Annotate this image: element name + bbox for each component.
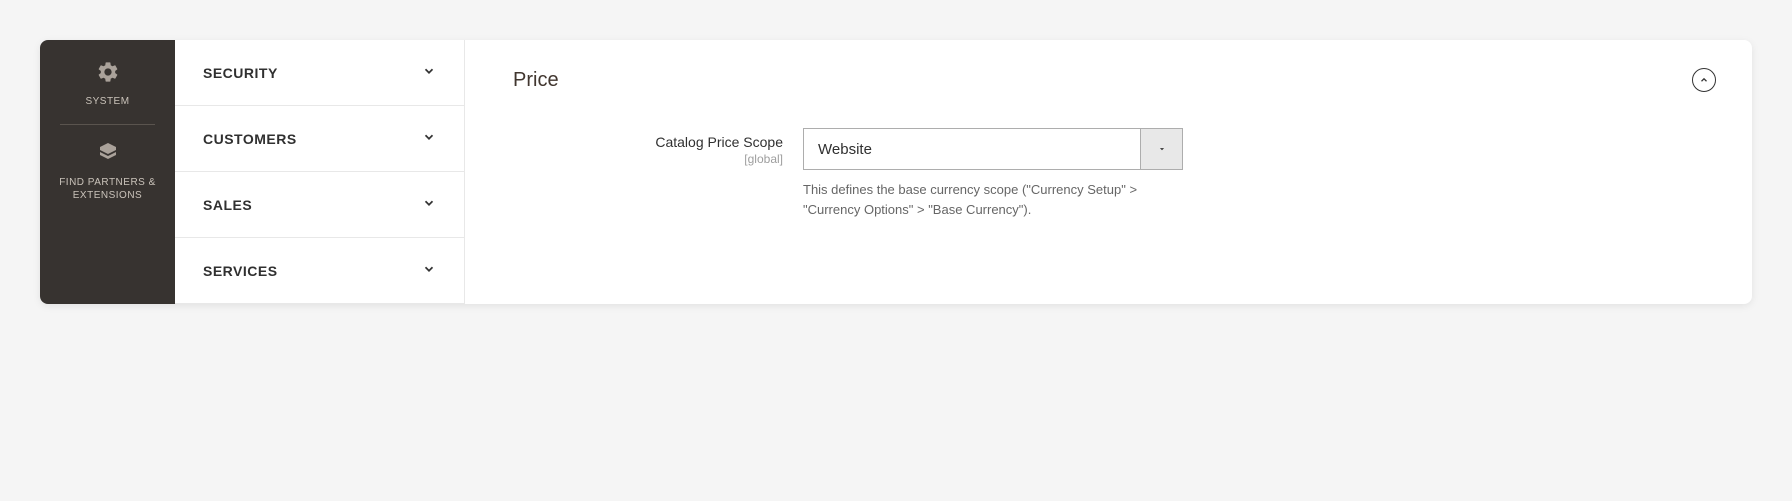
- field-catalog-price-scope: Catalog Price Scope [global] Website Thi…: [513, 128, 1716, 219]
- section-title: Price: [513, 69, 559, 92]
- tab-customers-label: CUSTOMERS: [203, 131, 297, 147]
- tab-sales[interactable]: SALES: [175, 172, 464, 238]
- main-nav-sidebar: SYSTEM FIND PARTNERS & EXTENSIONS: [40, 40, 175, 304]
- field-scope: [global]: [513, 152, 783, 166]
- chevron-down-icon: [422, 64, 436, 81]
- tab-services[interactable]: SERVICES: [175, 238, 464, 304]
- chevron-down-icon: [422, 130, 436, 147]
- chevron-down-icon: [422, 196, 436, 213]
- select-dropdown-button[interactable]: [1140, 129, 1182, 169]
- tab-services-label: SERVICES: [203, 263, 278, 279]
- triangle-down-icon: [1157, 144, 1167, 154]
- nav-item-system[interactable]: SYSTEM: [40, 48, 175, 120]
- blocks-icon: [96, 141, 120, 172]
- field-label: Catalog Price Scope: [513, 134, 783, 150]
- nav-item-partners[interactable]: FIND PARTNERS & EXTENSIONS: [40, 129, 175, 214]
- tab-security-label: SECURITY: [203, 65, 278, 81]
- select-value: Website: [804, 129, 1140, 169]
- chevron-down-icon: [422, 262, 436, 279]
- chevron-up-icon: [1699, 75, 1709, 85]
- collapse-button[interactable]: [1692, 68, 1716, 92]
- tab-sales-label: SALES: [203, 197, 252, 213]
- config-tabs-sidebar: SECURITY CUSTOMERS SALES SERVICES: [175, 40, 465, 304]
- sidebar-divider: [60, 124, 155, 125]
- admin-panel: SYSTEM FIND PARTNERS & EXTENSIONS SECURI…: [40, 40, 1752, 304]
- field-control-col: Website This defines the base currency s…: [803, 128, 1183, 219]
- nav-item-system-label: SYSTEM: [85, 95, 129, 108]
- nav-item-partners-label: FIND PARTNERS & EXTENSIONS: [48, 176, 167, 202]
- gear-icon: [96, 60, 120, 91]
- tab-customers[interactable]: CUSTOMERS: [175, 106, 464, 172]
- section-header: Price: [513, 68, 1716, 92]
- tab-security[interactable]: SECURITY: [175, 40, 464, 106]
- field-label-col: Catalog Price Scope [global]: [513, 128, 803, 166]
- field-note: This defines the base currency scope ("C…: [803, 180, 1183, 219]
- config-main-panel: Price Catalog Price Scope [global] Websi…: [465, 40, 1752, 304]
- catalog-price-scope-select[interactable]: Website: [803, 128, 1183, 170]
